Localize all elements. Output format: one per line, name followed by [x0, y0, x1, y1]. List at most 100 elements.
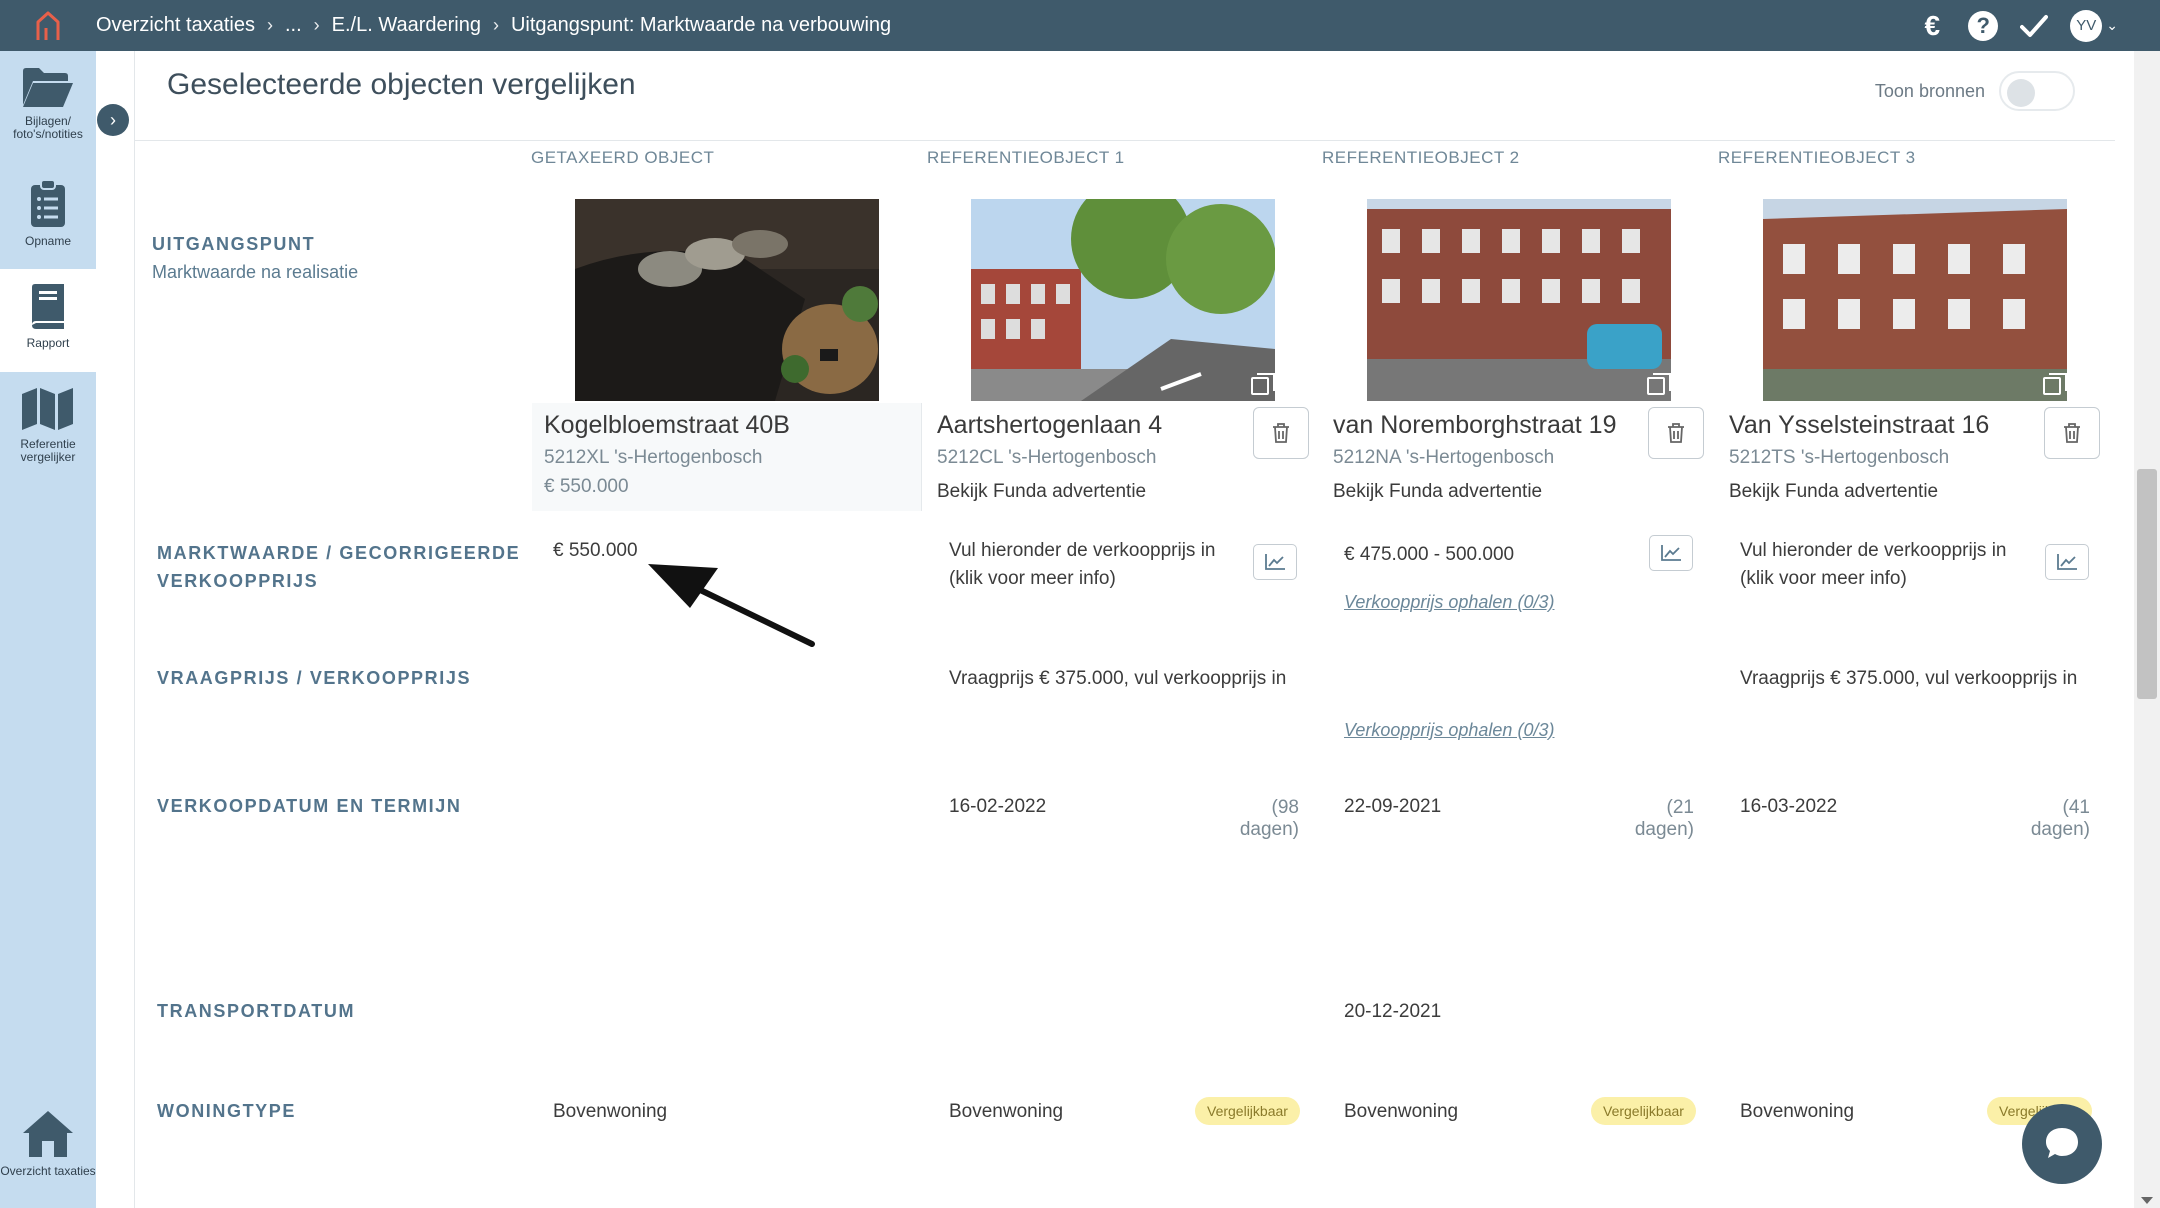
ref-postal: 5212CL 's-Hertogenbosch [937, 447, 1157, 468]
status-badge: Vergelijkbaar [1591, 1097, 1696, 1125]
panel-header: Geselecteerde objecten vergelijken Toon … [135, 51, 2115, 141]
funda-link[interactable]: Bekijk Funda advertentie [1729, 481, 1938, 503]
termijn-ref3: (41 dagen) [2030, 797, 2090, 840]
annotation-arrow [648, 564, 815, 647]
sidebar-toggle-button[interactable]: › [97, 104, 129, 136]
chevron-right-icon: › [266, 15, 273, 35]
home-logo[interactable] [0, 0, 96, 51]
scroll-down-icon[interactable] [2141, 1197, 2153, 1204]
ref-address: van Noremborghstraat 19 [1333, 411, 1617, 439]
ref-address: Van Ysselsteinstraat 16 [1729, 411, 1990, 439]
woningtype-ref1: Bovenwoning [949, 1101, 1064, 1122]
verkoopdatum-ref3: 16-03-2022 [1740, 796, 1838, 817]
line-chart-icon [1661, 545, 1681, 561]
toggle-knob [2007, 79, 2035, 107]
clipboard-icon [31, 179, 65, 227]
map-icon [22, 388, 73, 430]
euro-icon[interactable]: € [1916, 10, 1948, 42]
breadcrumb-current: Uitgangspunt: Marktwaarde na verbouwing [510, 14, 892, 36]
ref-postal: 5212NA 's-Hertogenbosch [1333, 447, 1555, 468]
sidebar-item-overzicht[interactable]: Overzicht taxaties [0, 1109, 96, 1199]
vraagprijs-ref3[interactable]: Vraagprijs € 375.000, vul verkoopprijs i… [1740, 665, 2077, 693]
expand-icon[interactable] [1251, 373, 1275, 395]
chevron-down-icon: ⌄ [2106, 17, 2118, 33]
breadcrumb-item[interactable]: ... [285, 14, 302, 37]
toon-bronnen-toggle[interactable] [1999, 71, 2075, 111]
user-menu[interactable]: YV ⌄ [2070, 9, 2118, 42]
trash-icon [2064, 423, 2080, 443]
compare-panel: Geselecteerde objecten vergelijken Toon … [134, 51, 2115, 1208]
sidebar-item-label: Rapport [26, 336, 70, 350]
book-icon [32, 284, 64, 329]
chart-ref1-button[interactable] [1253, 544, 1297, 580]
row-label-line: MARKTWAARDE / GECORRIGEERDE [157, 543, 521, 563]
chart-ref2-button[interactable] [1649, 535, 1693, 571]
verkoopdatum-ref2: 22-09-2021 [1344, 796, 1442, 817]
delete-ref3-button[interactable] [2044, 407, 2100, 459]
breadcrumb-item[interactable]: Overzicht taxaties [96, 14, 255, 37]
column-heading: GETAXEERD OBJECT [531, 148, 715, 167]
woningtype-value: Bovenwoning [553, 1101, 668, 1122]
column-heading: REFERENTIEOBJECT 2 [1322, 148, 1520, 167]
chat-button[interactable] [2022, 1104, 2102, 1184]
object-photo-interior[interactable] [575, 199, 879, 401]
expand-icon[interactable] [1647, 373, 1671, 395]
object-postal: 5212XL 's-Hertogenbosch [544, 447, 763, 468]
object-photo-ref3[interactable] [1763, 199, 2067, 401]
transportdatum-ref2: 20-12-2021 [1344, 1001, 1442, 1022]
toggle-label: Toon bronnen [1874, 80, 1985, 101]
chevron-right-icon: › [492, 15, 499, 35]
sidebar-item-bijlagen[interactable]: Bijlagen/ foto's/notities [0, 65, 96, 161]
delete-ref2-button[interactable] [1648, 407, 1704, 459]
expand-icon[interactable] [2043, 373, 2067, 395]
sidebar-item-rapport[interactable]: Rapport [0, 269, 96, 372]
row-label-line: VERKOOPPRIJS [157, 571, 319, 591]
help-icon[interactable]: ? [1968, 10, 1999, 41]
verkoopprijs-ophalen-link[interactable]: Verkoopprijs ophalen (0/3) [1344, 592, 1554, 613]
sidebar: Bijlagen/ foto's/notities Opname Rapport… [0, 51, 96, 1208]
woningtype-ref3: Bovenwoning [1740, 1101, 1855, 1122]
sidebar-item-label: Referentie vergelijker [20, 437, 76, 464]
chart-ref3-button[interactable] [2045, 544, 2089, 580]
termijn-ref2: (21 dagen) [1634, 797, 1694, 840]
folder-icon [23, 68, 73, 107]
page-title: Geselecteerde objecten vergelijken [167, 68, 636, 101]
avatar: YV [2070, 9, 2103, 42]
marktwaarde-ref1[interactable]: Vul hieronder de verkoopprijs in (klik v… [949, 537, 1239, 593]
row-label-verkoopdatum: VERKOOPDATUM EN TERMIJN [157, 796, 462, 816]
object-photo-ref2[interactable] [1367, 199, 1671, 401]
row-label-transportdatum: TRANSPORTDATUM [157, 1001, 356, 1021]
object-value: € 550.000 [544, 476, 629, 497]
marktwaarde-value: € 550.000 [553, 540, 638, 561]
vertical-scrollbar[interactable] [2134, 51, 2160, 1208]
vraagprijs-ref1[interactable]: Vraagprijs € 375.000, vul verkoopprijs i… [949, 665, 1286, 693]
ref-address: Aartshertogenlaan 4 [937, 411, 1163, 439]
sidebar-item-referentie[interactable]: Referentie vergelijker [0, 386, 96, 476]
object-address: Kogelbloemstraat 40B [544, 411, 790, 439]
trash-icon [1668, 423, 1684, 443]
check-icon[interactable] [2018, 10, 2050, 42]
sidebar-item-label: Bijlagen/ foto's/notities [13, 114, 83, 141]
funda-link[interactable]: Bekijk Funda advertentie [1333, 481, 1542, 503]
home-icon [23, 1111, 73, 1157]
delete-ref1-button[interactable] [1253, 407, 1309, 459]
ref-postal: 5212TS 's-Hertogenbosch [1729, 447, 1950, 468]
breadcrumb-item[interactable]: E./L. Waardering [332, 14, 481, 37]
object-photo-ref1[interactable] [971, 199, 1275, 401]
column-heading: REFERENTIEOBJECT 3 [1718, 148, 1916, 167]
column-heading: REFERENTIEOBJECT 1 [927, 148, 1125, 167]
breadcrumb: Overzicht taxaties › ... › E./L. Waarder… [96, 14, 891, 37]
house-logo-icon [36, 11, 60, 40]
verkoopprijs-ophalen-link[interactable]: Verkoopprijs ophalen (0/3) [1344, 720, 1554, 741]
funda-link[interactable]: Bekijk Funda advertentie [937, 481, 1146, 503]
scrollbar-thumb[interactable] [2137, 469, 2157, 699]
sidebar-item-opname[interactable]: Opname [0, 179, 96, 255]
chat-icon [2046, 1128, 2078, 1158]
row-label-woningtype: WONINGTYPE [157, 1101, 297, 1121]
marktwaarde-ref3[interactable]: Vul hieronder de verkoopprijs in (klik v… [1740, 537, 2030, 593]
row-label-marktwaarde: MARKTWAARDE / GECORRIGEERDE VERKOOPPRIJS [157, 539, 520, 595]
top-bar: Overzicht taxaties › ... › E./L. Waarder… [0, 0, 2160, 51]
row-label-vraagprijs: VRAAGPRIJS / VERKOOPPRIJS [157, 668, 472, 688]
sidebar-item-label: Opname [24, 234, 72, 248]
line-chart-icon [1265, 554, 1285, 570]
